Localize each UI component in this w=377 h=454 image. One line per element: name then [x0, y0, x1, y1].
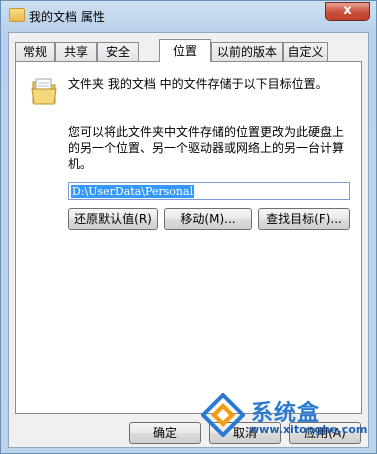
move-instructions: 您可以将此文件夹中文件存储的位置更改为此硬盘上的另一个位置、另一个驱动器或网络上…	[68, 125, 345, 171]
target-path-input[interactable]: D:\UserData\Personal	[68, 182, 350, 200]
path-value: D:\UserData\Personal	[71, 185, 195, 198]
find-target-button[interactable]: 查找目标(F)...	[258, 208, 350, 230]
close-button[interactable]: x	[325, 2, 370, 21]
watermark-logo-icon	[201, 393, 245, 437]
dialog-client-area: 常规 共享 安全 位置 以前的版本 自定义 文件夹 我的文档 中的文件存储于以下…	[8, 32, 369, 448]
watermark-url: www.xitonghe.com	[249, 423, 368, 436]
documents-folder-icon	[31, 78, 57, 105]
window-title: 我的文档 属性	[29, 10, 105, 24]
folder-icon	[9, 8, 25, 22]
tab-security[interactable]: 安全	[97, 42, 139, 61]
location-description: 文件夹 我的文档 中的文件存储于以下目标位置。	[68, 77, 328, 91]
restore-default-button[interactable]: 还原默认值(R)	[68, 208, 158, 230]
tab-location[interactable]: 位置	[159, 39, 211, 62]
site-watermark: 系统盒 www.xitonghe.com	[201, 393, 367, 441]
tab-general[interactable]: 常规	[15, 42, 55, 61]
properties-window: 我的文档 属性 x 常规 共享 安全 位置 以前的版本 自定义 文件夹 我的文档…	[0, 0, 377, 454]
title-bar[interactable]: 我的文档 属性 x	[1, 1, 376, 31]
tab-customize[interactable]: 自定义	[283, 42, 328, 61]
ok-button[interactable]: 确定	[129, 422, 201, 444]
tab-sharing[interactable]: 共享	[55, 42, 97, 61]
location-panel: 文件夹 我的文档 中的文件存储于以下目标位置。 您可以将此文件夹中文件存储的位置…	[15, 61, 362, 414]
move-button[interactable]: 移动(M)...	[164, 208, 252, 230]
tab-previous-versions[interactable]: 以前的版本	[211, 42, 283, 61]
